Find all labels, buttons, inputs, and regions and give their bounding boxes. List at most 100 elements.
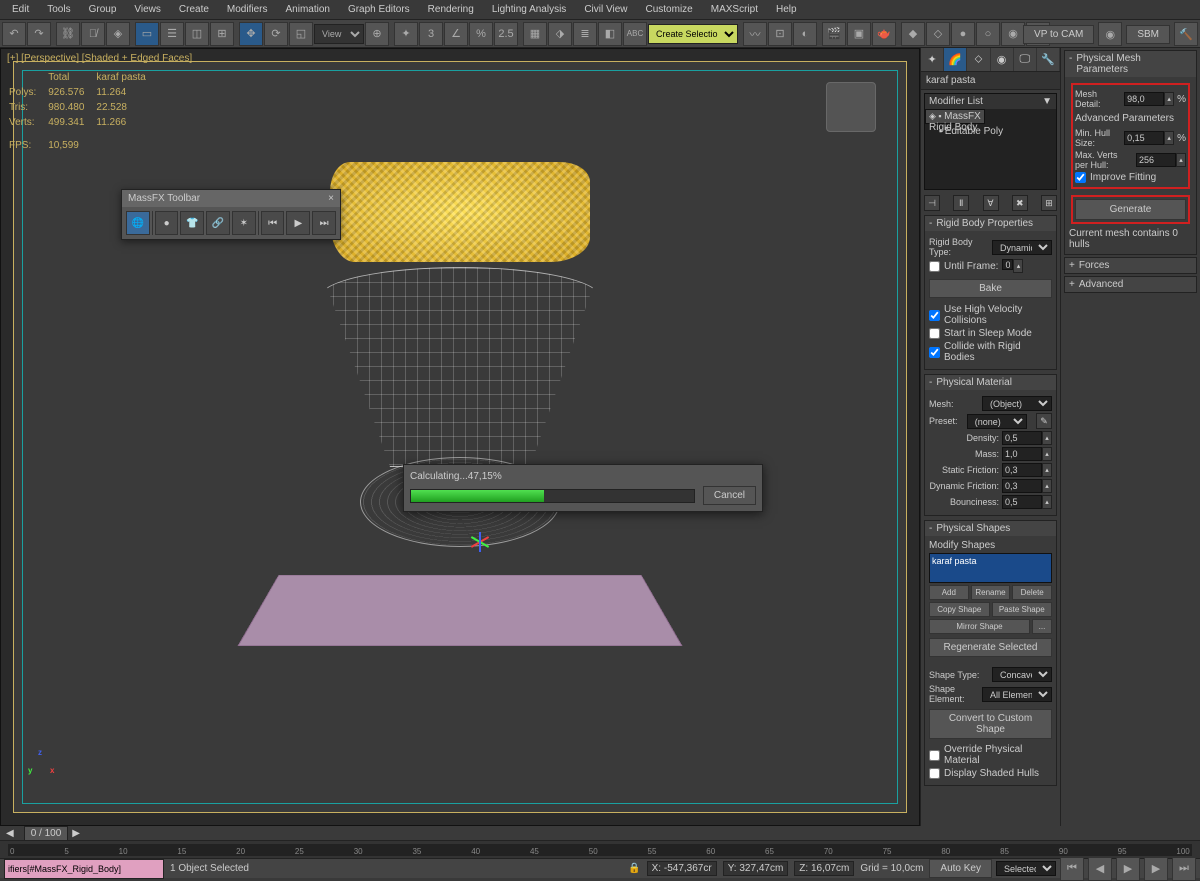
add-shape-button[interactable]: Add (929, 585, 969, 600)
high-vel-check[interactable] (929, 310, 940, 321)
modifier-massfx[interactable]: ◈ ▪ MassFX Rigid Body (925, 109, 985, 124)
redo-icon[interactable]: ↷ (27, 22, 51, 46)
timeline[interactable]: 0510152025303540455055606570758085909510… (0, 840, 1200, 858)
named-sel-icon[interactable]: ▦ (523, 22, 547, 46)
shapes-list[interactable]: karaf pasta (929, 553, 1052, 583)
link-icon[interactable]: ⛓ (56, 22, 80, 46)
modifier-editable-poly[interactable]: ▪ Editable Poly (925, 124, 1056, 139)
select-region-icon[interactable]: ◫ (185, 22, 209, 46)
until-frame-check[interactable] (929, 261, 940, 272)
remove-mod-icon[interactable]: ✖ (1012, 195, 1028, 211)
move-icon[interactable]: ✥ (239, 22, 263, 46)
tool-b-icon[interactable]: ◇ (926, 22, 950, 46)
generate-button[interactable]: Generate (1075, 199, 1186, 220)
time-slider-arrow-right-icon[interactable]: ▶ (72, 828, 80, 839)
key-filter-select[interactable]: Selected (996, 861, 1056, 876)
abc-icon[interactable]: ABC (623, 22, 647, 46)
menu-modifiers[interactable]: Modifiers (219, 2, 276, 17)
coord-x[interactable]: X: -547,367cr (647, 861, 717, 876)
create-tab-icon[interactable]: ✦ (921, 48, 944, 71)
mesh-select[interactable]: (Object) (982, 396, 1052, 411)
bind-icon[interactable]: ◈ (106, 22, 130, 46)
rb-type-select[interactable]: Dynamic (992, 240, 1052, 255)
massfx-play-icon[interactable]: ▶ (286, 211, 310, 235)
sbm-button[interactable]: SBM (1126, 25, 1170, 44)
motion-tab-icon[interactable]: ◉ (991, 48, 1014, 71)
rollout-pmp-title[interactable]: Physical Mesh Parameters (1076, 53, 1192, 75)
object-name[interactable]: karaf pasta (921, 72, 1060, 90)
menu-lighting[interactable]: Lighting Analysis (484, 2, 575, 17)
massfx-world-icon[interactable]: 🌐 (126, 211, 150, 235)
preset-edit-icon[interactable]: ✎ (1036, 413, 1052, 429)
utilities-tab-icon[interactable]: 🔧 (1037, 48, 1060, 71)
render-icon[interactable]: 🫖 (872, 22, 896, 46)
viewcube-icon[interactable] (826, 82, 876, 132)
select-name-icon[interactable]: ☰ (160, 22, 184, 46)
play-prev-icon[interactable]: ◀ (1088, 857, 1112, 881)
undo-icon[interactable]: ↶ (2, 22, 26, 46)
snap-icon[interactable]: 3 (419, 22, 443, 46)
menu-tools[interactable]: Tools (39, 2, 78, 17)
preset-select[interactable]: (none) (967, 414, 1027, 429)
menu-help[interactable]: Help (768, 2, 805, 17)
dynamic-friction-input[interactable] (1002, 479, 1042, 493)
tool-d-icon[interactable]: ○ (976, 22, 1000, 46)
align-icon[interactable]: ≣ (573, 22, 597, 46)
menu-graph-editors[interactable]: Graph Editors (340, 2, 418, 17)
coord-y[interactable]: Y: 327,47cm (723, 861, 789, 876)
paste-shape-button[interactable]: Paste Shape (992, 602, 1053, 617)
mirror-opts-button[interactable]: ... (1032, 619, 1052, 634)
layers-icon[interactable]: ◧ (598, 22, 622, 46)
rollout-forces[interactable]: Forces (1079, 260, 1110, 271)
menu-customize[interactable]: Customize (637, 2, 700, 17)
convert-button[interactable]: Convert to Custom Shape (929, 709, 1052, 739)
vp-to-cam-button[interactable]: VP to CAM (1023, 25, 1094, 44)
angle-snap-icon[interactable]: ∠ (444, 22, 468, 46)
rename-shape-button[interactable]: Rename (971, 585, 1011, 600)
unique-icon[interactable]: ∀ (983, 195, 999, 211)
menu-group[interactable]: Group (81, 2, 125, 17)
mass-input[interactable] (1002, 447, 1042, 461)
mesh-detail-input[interactable] (1124, 92, 1164, 106)
tool-a-icon[interactable]: ◆ (901, 22, 925, 46)
render-frame-icon[interactable]: ▣ (847, 22, 871, 46)
modifier-list-label[interactable]: Modifier List (929, 96, 983, 107)
configure-icon[interactable]: ⊞ (1041, 195, 1057, 211)
max-verts-input[interactable] (1136, 153, 1176, 167)
menu-civil-view[interactable]: Civil View (576, 2, 635, 17)
massfx-reset-icon[interactable]: ⏮ (261, 211, 285, 235)
menu-rendering[interactable]: Rendering (420, 2, 482, 17)
until-frame-input[interactable] (1002, 259, 1013, 270)
pin-stack-icon[interactable]: ⊣ (924, 195, 940, 211)
menu-views[interactable]: Views (126, 2, 169, 17)
improve-fitting-check[interactable] (1075, 172, 1086, 183)
pivot-icon[interactable]: ⊕ (365, 22, 389, 46)
auto-key-button[interactable]: Auto Key (929, 859, 992, 878)
time-slider[interactable]: 0 / 100 (24, 826, 69, 841)
coord-z[interactable]: Z: 16,07cm (794, 861, 854, 876)
rollout-rbp-title[interactable]: Rigid Body Properties (936, 218, 1033, 229)
mirror-icon[interactable]: ⬗ (548, 22, 572, 46)
density-input[interactable] (1002, 431, 1042, 445)
cam-icon[interactable]: ◉ (1098, 22, 1122, 46)
rollout-ps-title[interactable]: Physical Shapes (936, 523, 1010, 534)
modify-tab-icon[interactable]: 🌈 (944, 48, 967, 71)
transform-gizmo-icon[interactable] (460, 522, 500, 562)
percent-snap-icon[interactable]: % (469, 22, 493, 46)
unlink-icon[interactable]: ⛓̸ (81, 22, 105, 46)
shape-element-select[interactable]: All Elements (982, 687, 1052, 702)
rotate-icon[interactable]: ⟳ (264, 22, 288, 46)
play-icon[interactable]: ▶ (1116, 857, 1140, 881)
shape-type-select[interactable]: Concave (992, 667, 1052, 682)
curve-editor-icon[interactable]: 〰 (743, 22, 767, 46)
rollout-pm-title[interactable]: Physical Material (936, 377, 1012, 388)
massfx-step-icon[interactable]: ⏭ (312, 211, 336, 235)
ref-coord-select[interactable]: View (314, 24, 364, 44)
viewport-border[interactable]: x y z (13, 61, 907, 813)
massfx-ragdoll-icon[interactable]: ✶ (232, 211, 256, 235)
spinner-snap-icon[interactable]: 2.5 (494, 22, 518, 46)
menu-animation[interactable]: Animation (277, 2, 337, 17)
cancel-button[interactable]: Cancel (703, 486, 756, 505)
rollout-advanced[interactable]: Advanced (1079, 279, 1123, 290)
modifier-list-dropdown-icon[interactable]: ▼ (1042, 96, 1052, 107)
